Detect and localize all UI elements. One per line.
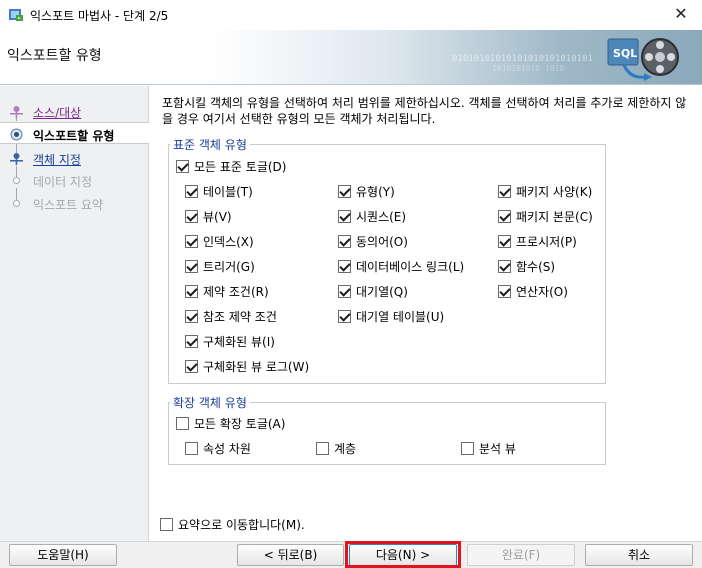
step-source-target[interactable]: 소스/대상 — [0, 100, 149, 122]
checkbox-queue[interactable]: 대기열(Q) — [338, 283, 408, 300]
checkbox-box[interactable] — [185, 360, 198, 373]
step-export-types[interactable]: 익스포트할 유형 — [0, 122, 149, 144]
checkbox-box[interactable] — [185, 442, 198, 455]
checkbox-db-link[interactable]: 데이터베이스 링크(L) — [338, 258, 464, 275]
checkbox-box[interactable] — [185, 285, 198, 298]
checkbox-box[interactable] — [338, 210, 351, 223]
wizard-header: 익스포트할 유형 01010101010101010101010101 1010… — [0, 30, 702, 85]
wizard-step-sidebar: 소스/대상 익스포트할 유형 객체 지정 데이터 지정 익스포트 요약 — [0, 86, 149, 541]
binary-decoration-2: 1010101010 1010 — [492, 64, 565, 73]
step-specify-objects[interactable]: 객체 지정 — [0, 147, 149, 169]
finish-button: 완료(F) — [467, 544, 575, 566]
checkbox-synonym[interactable]: 동의어(O) — [338, 233, 408, 250]
toggle-all-extended-checkbox[interactable]: 모든 확장 토글(A) — [176, 415, 285, 432]
checkbox-box[interactable] — [338, 310, 351, 323]
checkbox-box[interactable] — [185, 335, 198, 348]
checkbox-box[interactable] — [498, 185, 511, 198]
checkbox-analytic-view[interactable]: 분석 뷰 — [461, 440, 516, 457]
step-export-summary: 익스포트 요약 — [0, 192, 149, 214]
checkbox-box[interactable] — [185, 210, 198, 223]
step-visited-icon — [10, 106, 23, 118]
checkbox-box[interactable] — [176, 160, 189, 173]
checkbox-box[interactable] — [498, 210, 511, 223]
checkbox-table[interactable]: 테이블(T) — [185, 183, 253, 200]
checkbox-hierarchy[interactable]: 계층 — [316, 440, 356, 457]
checkbox-materialized-view[interactable]: 구체화된 뷰(I) — [185, 333, 275, 350]
sql-export-icon: SQL — [607, 38, 679, 81]
checkbox-operator[interactable]: 연산자(O) — [498, 283, 568, 300]
checkbox-materialized-view-log[interactable]: 구체화된 뷰 로그(W) — [185, 358, 309, 375]
checkbox-box[interactable] — [160, 518, 173, 531]
step-pending-icon — [13, 177, 20, 184]
checkbox-sequence[interactable]: 시퀀스(E) — [338, 208, 406, 225]
checkbox-package-spec[interactable]: 패키지 사양(K) — [498, 183, 592, 200]
group-title: 확장 객체 유형 — [170, 394, 250, 411]
checkbox-box[interactable] — [338, 285, 351, 298]
checkbox-box[interactable] — [185, 185, 198, 198]
checkbox-trigger[interactable]: 트리거(G) — [185, 258, 255, 275]
checkbox-box[interactable] — [498, 285, 511, 298]
checkbox-box[interactable] — [338, 260, 351, 273]
checkbox-box[interactable] — [176, 417, 189, 430]
step-pending-icon — [13, 200, 20, 207]
checkbox-view[interactable]: 뷰(V) — [185, 208, 232, 225]
checkbox-box[interactable] — [185, 310, 198, 323]
checkbox-box[interactable] — [338, 185, 351, 198]
checkbox-constraint[interactable]: 제약 조건(R) — [185, 283, 269, 300]
checkbox-box[interactable] — [185, 235, 198, 248]
checkbox-queue-table[interactable]: 대기열 테이블(U) — [338, 308, 444, 325]
close-icon[interactable]: ✕ — [668, 3, 694, 25]
checkbox-box[interactable] — [338, 235, 351, 248]
step-label: 객체 지정 — [33, 153, 81, 167]
go-to-summary-checkbox[interactable]: 요약으로 이동합니다(M). — [160, 516, 305, 533]
instructions-text: 포함시킬 객체의 유형을 선택하여 처리 범위를 제한하십시오. 객체를 선택하… — [162, 96, 687, 126]
step-specify-data: 데이터 지정 — [0, 169, 149, 191]
checkbox-package-body[interactable]: 패키지 본문(C) — [498, 208, 593, 225]
group-title: 표준 객체 유형 — [170, 136, 250, 153]
checkbox-ref-constraint[interactable]: 참조 제약 조건 — [185, 308, 277, 325]
svg-text:SQL: SQL — [613, 47, 637, 60]
title-bar: 익스포트 마법사 - 단계 2/5 ✕ — [0, 0, 702, 30]
step-label: 데이터 지정 — [33, 175, 93, 189]
checkbox-index[interactable]: 인덱스(X) — [185, 233, 254, 250]
checkbox-function[interactable]: 함수(S) — [498, 258, 555, 275]
step-label: 소스/대상 — [33, 106, 82, 120]
checkbox-box[interactable] — [498, 235, 511, 248]
step-link-icon — [10, 153, 23, 165]
cancel-button[interactable]: 취소 — [585, 544, 693, 566]
checkbox-attribute-dimension[interactable]: 속성 차원 — [185, 440, 251, 457]
checkbox-type[interactable]: 유형(Y) — [338, 183, 395, 200]
next-button-highlight — [345, 541, 461, 568]
page-title: 익스포트할 유형 — [7, 48, 102, 64]
checkbox-box[interactable] — [185, 260, 198, 273]
checkbox-box[interactable] — [461, 442, 474, 455]
step-current-icon — [10, 128, 23, 141]
toggle-all-standard-checkbox[interactable]: 모든 표준 토글(D) — [176, 158, 286, 175]
back-button[interactable]: < 뒤로(B) — [237, 544, 344, 566]
help-button[interactable]: 도움말(H) — [9, 544, 117, 566]
binary-decoration: 01010101010101010101010101 — [452, 54, 593, 64]
checkbox-box[interactable] — [498, 260, 511, 273]
step-label: 익스포트 요약 — [33, 198, 104, 212]
checkbox-box[interactable] — [316, 442, 329, 455]
window-title: 익스포트 마법사 - 단계 2/5 — [30, 9, 169, 23]
checkbox-procedure[interactable]: 프로시저(P) — [498, 233, 577, 250]
step-label: 익스포트할 유형 — [33, 129, 115, 143]
app-icon — [9, 9, 23, 21]
